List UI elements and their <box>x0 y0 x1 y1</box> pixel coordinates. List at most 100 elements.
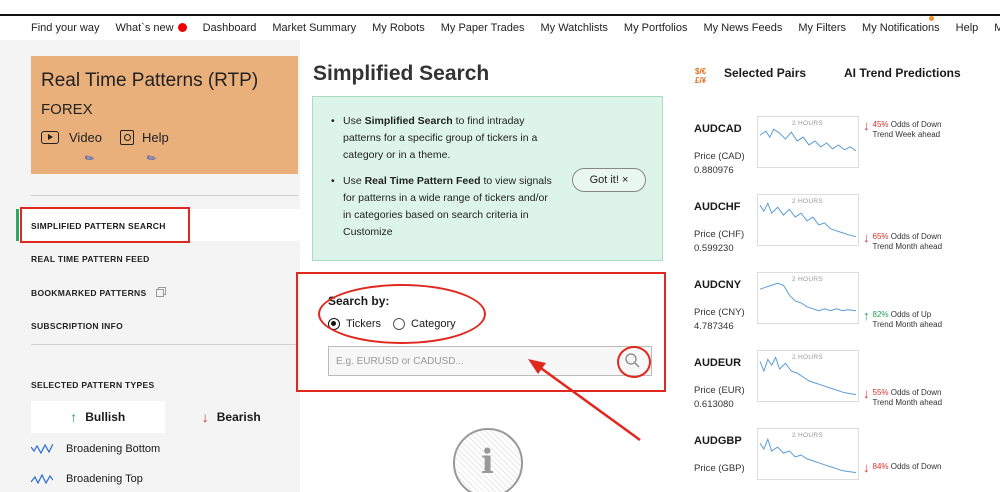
trend-prediction: ↓ 65% Odds of Down Trend Month ahead <box>863 230 943 252</box>
pair-price-label: Price (CAD) <box>694 151 745 162</box>
trend-prediction: ↑ 82% Odds of Up Trend Month ahead <box>863 309 943 330</box>
pair-row-audcny[interactable]: AUDCNY Price (CNY) 4.787346 2 HOURS ↑ 82% Odd… <box>677 272 980 350</box>
pattern-broadening-top[interactable]: Broadening Top <box>31 473 143 485</box>
pair-row-audgbp[interactable]: AUDGBP Price (GBP) 2 HOURS ↓ 84% Odds of Dow… <box>677 428 980 492</box>
notification-dot <box>928 16 934 21</box>
pattern-tabs: ↑ Bullish ↓ Bearish <box>31 401 298 433</box>
info-list: Use Simplified Search to find intraday p… <box>331 113 558 250</box>
nav-market-summary[interactable]: Market Summary <box>264 22 364 34</box>
left-panel: Real Time Patterns (RTP) FOREX Video Hel… <box>0 40 300 492</box>
trend-odds: Odds of Down <box>888 120 942 129</box>
sparkline-range-label: 2 HOURS <box>792 120 823 127</box>
radio-tickers[interactable] <box>328 318 340 330</box>
search-input[interactable] <box>328 346 652 376</box>
pair-name: AUDCAD <box>694 123 742 135</box>
trend-pct: 82% <box>872 310 889 319</box>
video-link[interactable]: Video <box>41 130 102 145</box>
new-indicator-dot <box>177 23 187 32</box>
sparkline-range-label: 2 HOURS <box>792 198 823 205</box>
trend-arrow-icon: ↓ <box>863 230 870 245</box>
nav-find-your-way[interactable]: Find your way <box>0 22 107 34</box>
radio-category[interactable] <box>393 318 406 330</box>
annotation-box-menu <box>20 207 190 243</box>
pair-name: AUDCNY <box>694 279 742 291</box>
trend-arrow-icon: ↓ <box>863 386 870 401</box>
rtp-title: Real Time Patterns (RTP) <box>41 70 259 91</box>
nav-my-notifications-label: My Notifications <box>862 22 940 34</box>
help-link[interactable]: Help <box>120 130 169 145</box>
app-root: Find your way What`s new Dashboard Marke… <box>0 0 1000 492</box>
trend-prediction: ↓ 45% Odds of Down Trend Week ahead <box>863 118 942 140</box>
pair-price: 4.787346 <box>694 321 734 332</box>
nav-my-robots[interactable]: My Robots <box>364 22 433 34</box>
trend-odds: Odds of Up <box>888 310 932 319</box>
menu-bookmarked-patterns[interactable]: BOOKMARKED PATTERNS <box>31 288 165 298</box>
page-title: Simplified Search <box>313 62 490 85</box>
trend-odds: Odds of Down <box>888 462 942 471</box>
menu-real-time-pattern-feed[interactable]: REAL TIME PATTERN FEED <box>31 254 150 264</box>
trend-text: 55% Odds of Down Trend Month ahead <box>873 388 943 408</box>
nav-dashboard[interactable]: Dashboard <box>195 22 265 34</box>
nav-my-watchlists[interactable]: My Watchlists <box>532 22 615 34</box>
nav-my-portfolios[interactable]: My Portfolios <box>616 22 696 34</box>
search-panel: Search by: Tickers Category <box>296 272 666 392</box>
trend-prediction: ↓ 84% Odds of Down <box>863 461 942 474</box>
pattern-broadening-bottom[interactable]: Broadening Bottom <box>31 443 160 455</box>
pair-row-audcad[interactable]: AUDCAD Price (CAD) 0.880976 2 HOURS ↓ 45% Odd… <box>677 116 980 194</box>
trend-horizon: Trend Month ahead <box>872 242 943 251</box>
pair-row-audeur[interactable]: AUDEUR Price (EUR) 0.613080 2 HOURS ↓ 55% Odd… <box>677 350 980 428</box>
sparkline-range-label: 2 HOURS <box>792 354 823 361</box>
menu-subscription-info[interactable]: SUBSCRIPTION INFO <box>31 321 123 331</box>
left-divider-2 <box>31 344 298 345</box>
trend-odds: Odds of Down <box>888 232 942 241</box>
info-circle-icon: i <box>453 428 523 492</box>
tab-bearish-label: Bearish <box>216 410 261 424</box>
copy-icon <box>156 289 165 297</box>
nav-my-br[interactable]: My Br <box>986 22 1000 34</box>
nav-my-notifications[interactable]: My Notifications <box>854 16 948 34</box>
info-box: Use Simplified Search to find intraday p… <box>312 96 663 261</box>
rtp-links: Video Help <box>41 130 187 145</box>
selected-pairs-heading: Selected Pairs <box>724 66 807 80</box>
info-glyph: i <box>481 442 494 482</box>
edit-help-icon[interactable]: ✎ <box>144 151 159 166</box>
trend-arrow-icon: ↓ <box>863 118 870 133</box>
search-mode-group: Tickers Category <box>328 318 468 330</box>
nav-my-news-feeds[interactable]: My News Feeds <box>696 22 791 34</box>
nav-my-paper-trades[interactable]: My Paper Trades <box>433 22 533 34</box>
right-panel: $/€ £/¥ Selected Pairs AI Trend Predictio… <box>677 54 1000 492</box>
tab-bearish[interactable]: ↓ Bearish <box>165 401 299 433</box>
search-by-label: Search by: <box>328 294 390 308</box>
edit-video-icon[interactable]: ✎ <box>82 151 97 166</box>
pair-name: AUDCHF <box>694 201 741 213</box>
sparkline-chart: 2 HOURS <box>757 350 859 402</box>
trend-horizon: Trend Month ahead <box>872 320 943 329</box>
pair-name: AUDEUR <box>694 357 742 369</box>
arrow-up-icon: ↑ <box>70 409 78 425</box>
pattern-types-heading: SELECTED PATTERN TYPES <box>31 380 155 390</box>
trend-prediction: ↓ 55% Odds of Down Trend Month ahead <box>863 386 943 408</box>
got-it-button[interactable]: Got it! × <box>572 168 646 192</box>
nav-whats-new[interactable]: What`s new <box>107 22 194 34</box>
nav-my-filters[interactable]: My Filters <box>790 22 854 34</box>
trend-text: 45% Odds of Down Trend Week ahead <box>873 120 942 140</box>
sparkline-chart: 2 HOURS <box>757 272 859 324</box>
pair-price: 0.613080 <box>694 399 734 410</box>
pair-price-label: Price (EUR) <box>694 385 745 396</box>
sparkline-range-label: 2 HOURS <box>792 432 823 439</box>
search-icon[interactable] <box>622 350 644 372</box>
rtp-card: Real Time Patterns (RTP) FOREX Video Hel… <box>31 56 298 174</box>
video-label: Video <box>69 130 103 145</box>
trend-pct: 65% <box>872 232 889 241</box>
nav-help[interactable]: Help <box>948 22 987 34</box>
help-label: Help <box>142 130 169 145</box>
currency-icon: $/€ £/¥ <box>695 67 706 85</box>
sparkline-range-label: 2 HOURS <box>792 276 823 283</box>
trend-odds: Odds of Down <box>888 388 942 397</box>
trend-pct: 84% <box>872 462 889 471</box>
trend-text: 84% Odds of Down <box>873 462 942 474</box>
pair-price-label: Price (CNY) <box>694 307 745 318</box>
pair-row-audchf[interactable]: AUDCHF Price (CHF) 0.599230 2 HOURS ↓ 65% Odd… <box>677 194 980 272</box>
tab-bullish[interactable]: ↑ Bullish <box>31 401 165 433</box>
pair-price-label: Price (CHF) <box>694 229 745 240</box>
